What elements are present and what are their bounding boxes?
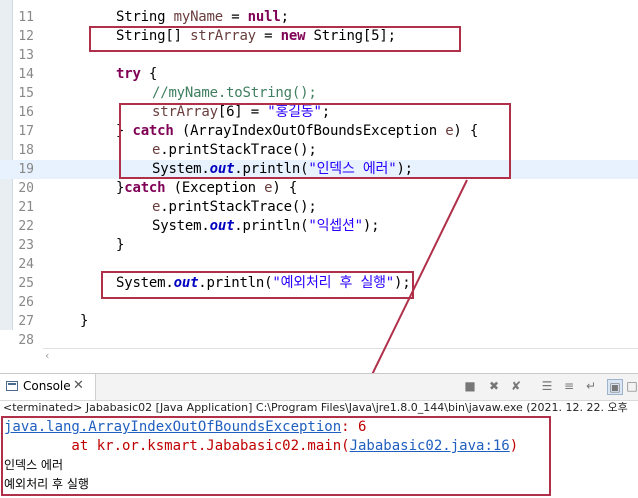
console-view-toolbar: Console ✕ ■ ✖ ✘ ☰ ≡ ↵ ▣ □ xyxy=(0,373,638,401)
display-console-icon[interactable]: □ xyxy=(625,379,638,393)
remove-all-terminated-icon[interactable]: ✘ xyxy=(509,379,523,393)
console-tab[interactable]: Console ✕ xyxy=(0,374,96,400)
console-icon xyxy=(6,381,18,391)
close-icon[interactable]: ✕ xyxy=(73,378,84,393)
annotation-box-console-output xyxy=(1,416,551,496)
scroll-lock-icon[interactable]: ≡ xyxy=(562,379,576,393)
word-wrap-icon[interactable]: ↵ xyxy=(584,379,598,393)
console-tab-label: Console xyxy=(23,379,71,393)
remove-launch-icon[interactable]: ✖ xyxy=(487,379,501,393)
launch-status-line: <terminated> Jababasic02 [Java Applicati… xyxy=(3,401,628,414)
clear-console-icon[interactable]: ☰ xyxy=(540,379,554,393)
terminate-icon[interactable]: ■ xyxy=(463,379,477,393)
pin-console-icon[interactable]: ▣ xyxy=(607,379,623,395)
